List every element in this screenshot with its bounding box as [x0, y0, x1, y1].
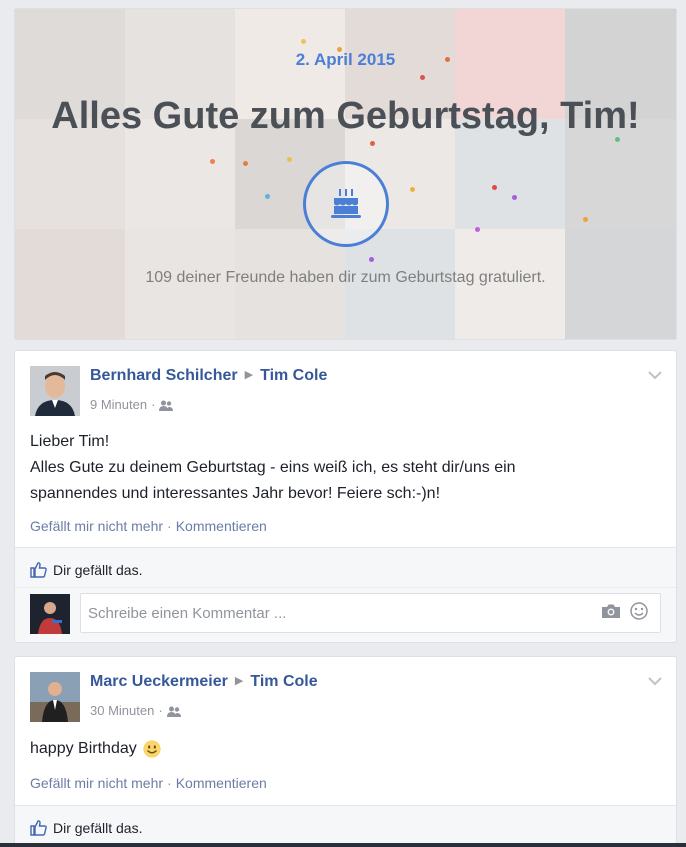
- likes-summary: Dir gefällt das.: [30, 819, 142, 836]
- post-text-line: happy Birthday: [30, 740, 137, 757]
- chevron-down-icon[interactable]: [648, 367, 662, 385]
- post-marc-ueckermeier: Marc Ueckermeier ▶ Tim Cole 30 Minuten · ha…: [14, 656, 677, 847]
- post-text: happy Birthday: [30, 736, 161, 762]
- comment-input[interactable]: [80, 593, 661, 633]
- current-user-avatar: [30, 594, 70, 634]
- target-link[interactable]: Tim Cole: [250, 673, 317, 690]
- unlike-link[interactable]: Gefällt mir nicht mehr: [30, 775, 163, 791]
- post-bernhard-schilcher: Bernhard Schilcher ▶ Tim Cole 9 Minuten · L…: [14, 350, 677, 643]
- likes-text: Dir gefällt das.: [53, 819, 143, 836]
- author-link[interactable]: Bernhard Schilcher: [90, 367, 238, 384]
- birthday-banner: 2. April 2015 Alles Gute zum Geburtstag,…: [14, 8, 677, 340]
- comment-link[interactable]: Kommentieren: [176, 518, 267, 534]
- arrow-right-icon: ▶: [234, 675, 244, 687]
- target-link[interactable]: Tim Cole: [260, 367, 327, 384]
- post-text-line: Alles Gute zu deinem Geburtstag - eins w…: [30, 459, 516, 476]
- window-bottom-edge: [0, 843, 686, 847]
- post-timestamp[interactable]: 9 Minuten: [90, 397, 147, 412]
- author-link[interactable]: Marc Ueckermeier: [90, 673, 228, 690]
- camera-icon[interactable]: [601, 603, 621, 624]
- post-text-line: spannendes und interessantes Jahr bevor!…: [30, 485, 441, 502]
- post-timestamp[interactable]: 30 Minuten: [90, 703, 154, 718]
- likes-bar: Dir gefällt das.: [15, 805, 676, 847]
- thumbs-up-icon: [30, 562, 47, 578]
- emoji-icon[interactable]: [630, 602, 648, 625]
- friends-icon[interactable]: [166, 705, 181, 720]
- post-actions: Gefällt mir nicht mehr · Kommentieren: [30, 775, 267, 791]
- likes-summary: Dir gefällt das.: [30, 561, 142, 578]
- post-header: Bernhard Schilcher ▶ Tim Cole: [90, 367, 327, 385]
- post-header: Marc Ueckermeier ▶ Tim Cole: [90, 673, 318, 691]
- arrow-right-icon: ▶: [244, 369, 254, 381]
- smiley-emoji-icon: [143, 740, 161, 758]
- post-meta: 30 Minuten ·: [90, 703, 181, 720]
- unlike-link[interactable]: Gefällt mir nicht mehr: [30, 518, 163, 534]
- friends-icon[interactable]: [159, 399, 174, 414]
- post-actions: Gefällt mir nicht mehr · Kommentieren: [30, 518, 267, 534]
- comment-composer: [15, 587, 676, 642]
- comment-link[interactable]: Kommentieren: [176, 775, 267, 791]
- thumbs-up-icon: [30, 820, 47, 836]
- birthday-date: 2. April 2015: [295, 50, 396, 69]
- birthday-friends-count: 109 deiner Freunde haben dir zum Geburts…: [145, 269, 546, 286]
- birthday-cake-icon: [303, 161, 389, 247]
- avatar[interactable]: [30, 672, 80, 722]
- post-text-line: Lieber Tim!: [30, 433, 110, 450]
- avatar[interactable]: [30, 366, 80, 416]
- birthday-title: Alles Gute zum Geburtstag, Tim!: [51, 95, 640, 137]
- likes-text: Dir gefällt das.: [53, 561, 143, 578]
- chevron-down-icon[interactable]: [648, 673, 662, 691]
- post-text: Lieber Tim! Alles Gute zu deinem Geburts…: [30, 429, 516, 507]
- post-meta: 9 Minuten ·: [90, 397, 174, 414]
